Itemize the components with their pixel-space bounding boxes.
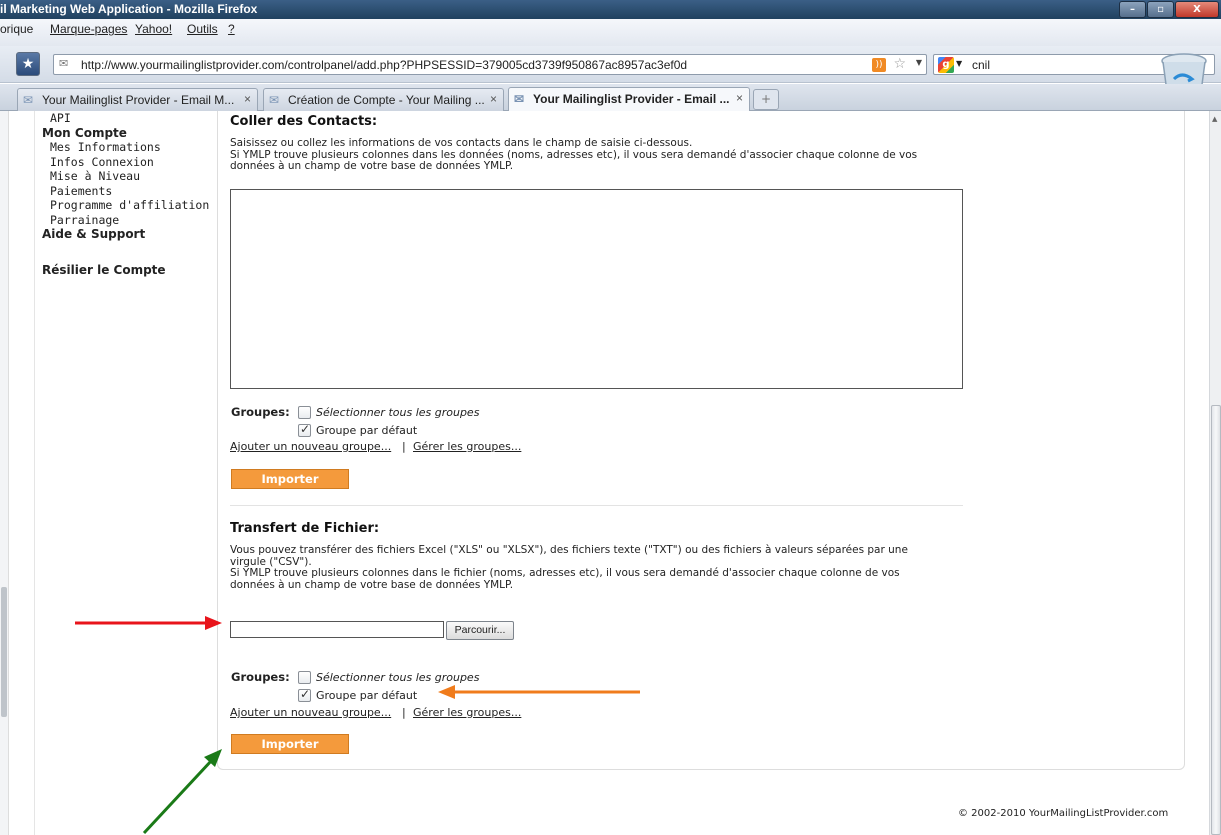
add-group-link[interactable]: Ajouter un nouveau groupe...: [230, 440, 391, 453]
vertical-scrollbar[interactable]: ▲: [1209, 111, 1221, 835]
maximize-button[interactable]: ▫: [1147, 1, 1174, 18]
sidebar-item-mise-a-niveau[interactable]: Mise à Niveau: [42, 169, 212, 184]
menu-bar: orique Marque-pages Yahoo! Outils ?: [0, 19, 1221, 46]
tab-label: Your Mailinglist Provider - Email ...: [533, 92, 730, 106]
envelope-icon: ✉: [514, 92, 525, 106]
tab-label: Création de Compte - Your Mailing ...: [288, 93, 485, 107]
sidebar-item-mes-informations[interactable]: Mes Informations: [42, 140, 212, 155]
link-separator: |: [402, 706, 406, 719]
select-all-groups-checkbox[interactable]: [298, 671, 311, 684]
menu-help[interactable]: ?: [228, 22, 235, 36]
upload-section-title: Transfert de Fichier:: [230, 521, 380, 536]
paste-section-description: Saisissez ou collez les informations de …: [230, 137, 918, 172]
chevron-down-icon[interactable]: ▼: [956, 59, 962, 68]
navigation-bar: ★ ✉ http://www.yourmailinglistprovider.c…: [0, 46, 1221, 83]
import-paste-button[interactable]: Importer: [231, 469, 349, 489]
sidebar-heading-help[interactable]: Aide & Support: [42, 227, 212, 242]
minimize-button[interactable]: –: [1119, 1, 1146, 18]
scroll-thumb[interactable]: [1211, 405, 1221, 835]
groups-label: Groupes:: [231, 670, 290, 684]
close-tab-icon[interactable]: ×: [490, 92, 497, 106]
scroll-up-icon[interactable]: ▲: [1212, 115, 1217, 123]
menu-tools[interactable]: Outils: [187, 22, 218, 36]
address-bar[interactable]: ✉ http://www.yourmailinglistprovider.com…: [53, 54, 927, 75]
link-separator: |: [402, 440, 406, 453]
envelope-icon: ✉: [59, 57, 69, 70]
select-all-groups-label: Sélectionner tous les groupes: [316, 406, 480, 419]
tab-mailinglist-active[interactable]: ✉ Your Mailinglist Provider - Email ... …: [508, 87, 750, 112]
import-file-button[interactable]: Importer: [231, 734, 349, 754]
browse-button[interactable]: Parcourir...: [446, 621, 514, 640]
bookmark-star-icon[interactable]: ★: [16, 52, 40, 76]
manage-groups-link[interactable]: Gérer les groupes...: [413, 706, 521, 719]
contacts-textarea[interactable]: [230, 189, 963, 389]
chevron-down-icon[interactable]: ▼: [916, 58, 922, 67]
sidebar-border: [34, 111, 35, 835]
page-content: API Mon Compte Mes Informations Infos Co…: [0, 111, 1209, 835]
default-group-checkbox[interactable]: [298, 422, 311, 437]
search-input[interactable]: cnil: [972, 58, 990, 72]
file-path-input[interactable]: [230, 621, 444, 638]
envelope-icon: ✉: [269, 93, 280, 107]
manage-groups-link[interactable]: Gérer les groupes...: [413, 440, 521, 453]
sidebar-item-paiements[interactable]: Paiements: [42, 184, 212, 199]
paste-section-title: Coller des Contacts:: [230, 114, 378, 129]
sidebar-item-cancel-account[interactable]: Résilier le Compte: [42, 263, 212, 278]
close-window-button[interactable]: X: [1175, 1, 1219, 18]
sidebar-item-infos-connexion[interactable]: Infos Connexion: [42, 155, 212, 170]
menu-yahoo[interactable]: Yahoo!: [135, 22, 172, 36]
sidebar-item-affiliation[interactable]: Programme d'affiliation: [42, 198, 212, 213]
add-group-link[interactable]: Ajouter un nouveau groupe...: [230, 706, 391, 719]
sidebar-item-parrainage[interactable]: Parrainage: [42, 213, 212, 228]
new-tab-button[interactable]: +: [753, 89, 779, 110]
menu-bookmarks[interactable]: Marque-pages: [50, 22, 127, 36]
tab-bar: ✉ Your Mailinglist Provider - Email M...…: [0, 84, 1221, 112]
tab-mailinglist-1[interactable]: ✉ Your Mailinglist Provider - Email M...…: [17, 88, 258, 111]
tab-creation-compte[interactable]: ✉ Création de Compte - Your Mailing ... …: [263, 88, 504, 111]
window-title: il Marketing Web Application - Mozilla F…: [0, 2, 258, 16]
upload-section-description: Vous pouvez transférer des fichiers Exce…: [230, 544, 908, 591]
groups-label: Groupes:: [231, 405, 290, 419]
sidebar-heading-account[interactable]: Mon Compte: [42, 126, 212, 141]
copyright-footer: © 2002-2010 YourMailingListProvider.com: [958, 808, 1169, 819]
google-icon[interactable]: g: [938, 57, 954, 73]
menu-history[interactable]: orique: [0, 22, 33, 36]
default-group-label: Groupe par défaut: [316, 689, 418, 702]
close-tab-icon[interactable]: ×: [736, 91, 743, 105]
default-group-checkbox[interactable]: [298, 687, 311, 702]
window-controls: – ▫ X: [1119, 1, 1219, 18]
rss-icon[interactable]: )): [872, 58, 886, 72]
envelope-icon: ✉: [23, 93, 34, 107]
sidebar-item-api[interactable]: API: [42, 111, 212, 126]
favorite-star-icon[interactable]: ☆: [893, 56, 906, 72]
section-divider: [230, 505, 963, 506]
close-tab-icon[interactable]: ×: [244, 92, 251, 106]
select-all-groups-label: Sélectionner tous les groupes: [316, 671, 480, 684]
sidebar-menu: API Mon Compte Mes Informations Infos Co…: [42, 111, 212, 277]
url-text: http://www.yourmailinglistprovider.com/c…: [81, 58, 688, 72]
default-group-label: Groupe par défaut: [316, 424, 418, 437]
left-scroll-thumb[interactable]: [1, 587, 7, 717]
window-title-bar: il Marketing Web Application - Mozilla F…: [0, 0, 1221, 19]
select-all-groups-checkbox[interactable]: [298, 406, 311, 419]
tab-label: Your Mailinglist Provider - Email M...: [42, 93, 235, 107]
left-scroll-gutter: [0, 111, 9, 835]
